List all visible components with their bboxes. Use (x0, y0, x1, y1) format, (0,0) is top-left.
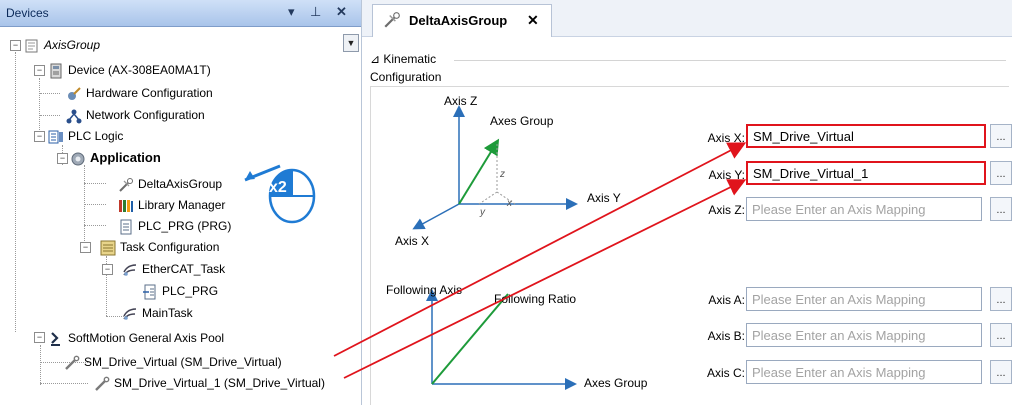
annotation-overlay (333, 142, 747, 379)
mapping-arrow-axis-x (333, 142, 747, 357)
mapping-arrow-axis-y (343, 179, 747, 379)
